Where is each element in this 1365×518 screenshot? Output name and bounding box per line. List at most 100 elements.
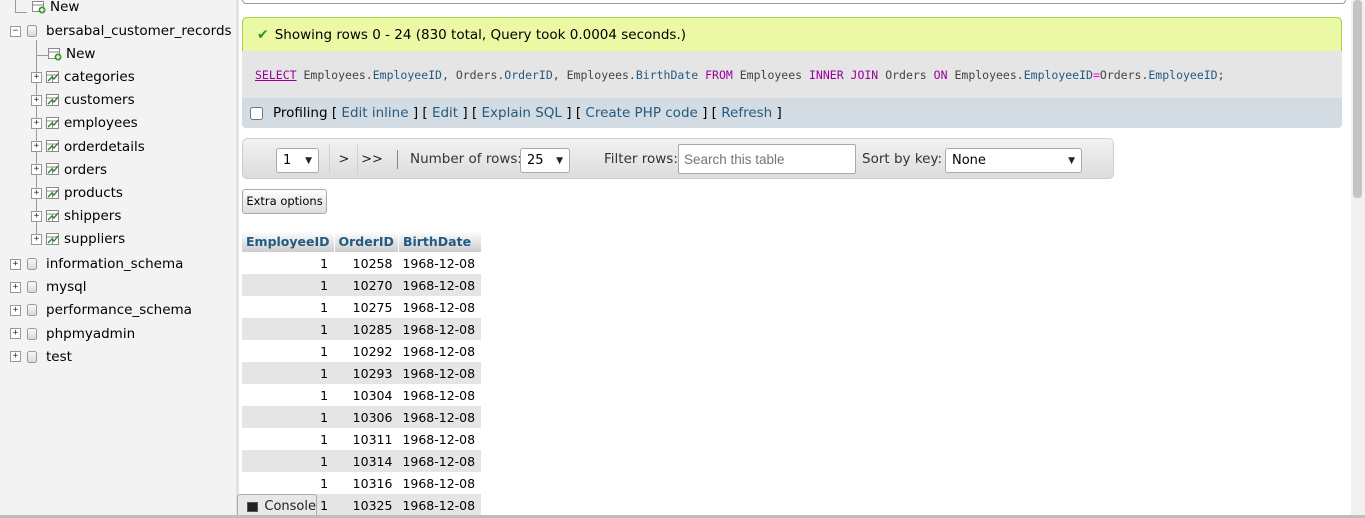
expand-icon[interactable]: + [31, 94, 42, 106]
collapse-icon[interactable]: − [10, 25, 21, 37]
nav-db-label[interactable]: test [46, 349, 72, 365]
sql-column: EmployeeID [1148, 67, 1218, 82]
sql-column: EmployeeID [372, 67, 442, 82]
nav-table-employees[interactable]: + employees [31, 113, 138, 133]
nav-table-label[interactable]: orders [64, 162, 107, 178]
cell-orderid: 10270 [334, 274, 399, 296]
table-row[interactable]: 1 10316 1968-12-08 [242, 472, 482, 494]
nav-table-categories[interactable]: + categories [31, 67, 135, 87]
page-select[interactable]: 1 ▼ [276, 148, 319, 173]
nav-resizer[interactable] [236, 0, 239, 518]
table-row[interactable]: 1 10292 1968-12-08 [242, 340, 482, 362]
expand-icon[interactable]: + [31, 164, 42, 176]
cell-orderid: 10258 [334, 252, 399, 274]
profiling-label[interactable]: Profiling [273, 105, 328, 121]
nav-db-bersabal[interactable]: − bersabal_customer_records [10, 21, 232, 41]
cell-orderid: 10314 [334, 450, 399, 472]
expand-icon[interactable]: + [31, 210, 42, 222]
expand-icon[interactable]: + [10, 328, 21, 340]
column-header-birthdate[interactable]: BirthDate [398, 231, 482, 252]
expand-icon[interactable]: + [10, 281, 21, 293]
table-row[interactable]: 1 10293 1968-12-08 [242, 362, 482, 384]
nav-table-orders[interactable]: + orders [31, 160, 107, 180]
filter-rows-input[interactable] [678, 144, 856, 174]
edit-link[interactable]: Edit [432, 105, 458, 121]
nav-db-phpmyadmin[interactable]: + phpmyadmin [10, 324, 135, 344]
cell-employeeid: 1 [242, 384, 335, 406]
console-label: Console [264, 499, 316, 514]
explain-sql-link[interactable]: Explain SQL [482, 105, 562, 121]
rows-per-page-select[interactable]: 25 ▼ [520, 148, 570, 173]
sql-text: ; [1217, 67, 1225, 82]
nav-item-label: New [50, 0, 80, 15]
vertical-scrollbar[interactable] [1351, 0, 1365, 518]
column-header-orderid[interactable]: OrderID [334, 231, 399, 252]
expand-icon[interactable]: + [10, 304, 21, 316]
expand-icon[interactable]: + [31, 187, 42, 199]
scrollbar-thumb[interactable] [1353, 0, 1362, 198]
sql-keyword[interactable]: SELECT [255, 68, 297, 82]
table-row[interactable]: 1 10285 1968-12-08 [242, 318, 482, 340]
nav-db-information_schema[interactable]: + information_schema [10, 254, 183, 274]
nav-table-products[interactable]: + products [31, 183, 123, 203]
table-row[interactable]: 1 10311 1968-12-08 [242, 428, 482, 450]
nav-table-label[interactable]: products [64, 185, 123, 201]
expand-icon[interactable]: + [31, 141, 42, 153]
sql-text: Orders [885, 67, 927, 82]
expand-icon[interactable]: + [31, 117, 42, 129]
nav-table-label[interactable]: orderdetails [64, 139, 145, 155]
nav-table-orderdetails[interactable]: + orderdetails [31, 137, 145, 157]
nav-table-suppliers[interactable]: + suppliers [31, 229, 125, 249]
nav-table-label[interactable]: customers [64, 92, 135, 108]
chevron-down-icon: ▼ [1068, 155, 1075, 166]
expand-icon[interactable]: + [31, 71, 42, 83]
bracket: ] [ [458, 105, 482, 121]
sql-toolbar: Profiling [ Edit inline ] [ Edit ] [ Exp… [242, 98, 1342, 128]
create-php-link[interactable]: Create PHP code [585, 105, 697, 121]
success-message: ✔ Showing rows 0 - 24 (830 total, Query … [242, 17, 1342, 51]
column-header-employeeid[interactable]: EmployeeID [242, 231, 335, 252]
sql-column: EmployeeID [1023, 67, 1093, 82]
nav-db-label[interactable]: mysql [46, 279, 87, 295]
table-row[interactable]: 1 10314 1968-12-08 [242, 450, 482, 472]
table-row[interactable]: 1 10270 1968-12-08 [242, 274, 482, 296]
table-row[interactable]: 1 10304 1968-12-08 [242, 384, 482, 406]
next-page-button[interactable]: > [329, 145, 358, 174]
cell-employeeid: 1 [242, 318, 335, 340]
expand-icon[interactable]: + [10, 351, 21, 363]
table-row[interactable]: 1 10258 1968-12-08 [242, 252, 482, 274]
nav-db-label[interactable]: information_schema [46, 256, 183, 272]
nav-table-label[interactable]: categories [64, 69, 135, 85]
nav-table-shippers[interactable]: + shippers [31, 206, 121, 226]
last-page-button[interactable]: >> [357, 145, 386, 174]
nav-db-label[interactable]: performance_schema [46, 302, 192, 318]
nav-table-label[interactable]: shippers [64, 208, 121, 224]
nav-table-label[interactable]: suppliers [64, 231, 125, 247]
table-row[interactable]: 1 10275 1968-12-08 [242, 296, 482, 318]
extra-options-button[interactable]: Extra options [242, 189, 327, 214]
nav-db-mysql[interactable]: + mysql [10, 277, 87, 297]
nav-table-customers[interactable]: + customers [31, 90, 135, 110]
edit-inline-link[interactable]: Edit inline [341, 105, 408, 121]
sort-key-select[interactable]: None ▼ [945, 148, 1082, 173]
profiling-checkbox[interactable] [250, 106, 263, 120]
nav-db-performance_schema[interactable]: + performance_schema [10, 300, 192, 320]
expand-icon[interactable]: + [10, 258, 21, 270]
sql-keyword: ON [933, 67, 948, 82]
database-icon [27, 327, 37, 340]
cell-orderid: 10285 [334, 318, 399, 340]
nav-item-new[interactable]: New [28, 0, 79, 17]
expand-icon[interactable]: + [31, 233, 42, 245]
table-row[interactable]: 1 10306 1968-12-08 [242, 406, 482, 428]
cell-birthdate: 1968-12-08 [398, 384, 482, 406]
nav-db-test[interactable]: + test [10, 347, 72, 367]
cell-employeeid: 1 [242, 450, 335, 472]
cell-birthdate: 1968-12-08 [398, 472, 482, 494]
refresh-link[interactable]: Refresh [721, 105, 772, 121]
nav-item-new-table[interactable]: New [48, 44, 95, 64]
rows-select-value: 25 [527, 153, 544, 168]
nav-db-label[interactable]: bersabal_customer_records [46, 23, 232, 39]
cell-orderid: 10325 [334, 494, 399, 516]
nav-db-label[interactable]: phpmyadmin [46, 326, 135, 342]
nav-table-label[interactable]: employees [64, 115, 138, 131]
